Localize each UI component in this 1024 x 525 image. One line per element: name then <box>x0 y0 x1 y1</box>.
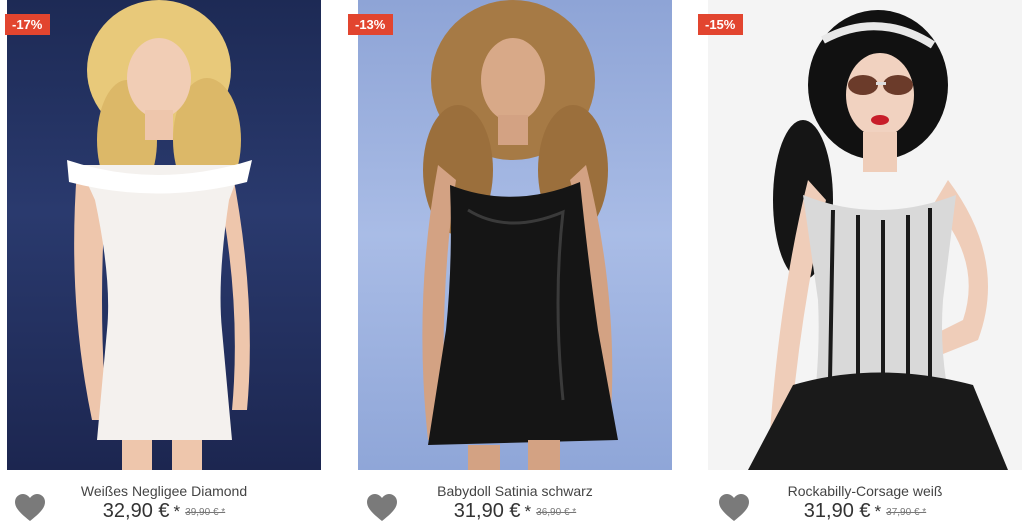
product-price: 31,90 € <box>803 500 871 522</box>
price-footnote-marker: * <box>173 502 181 521</box>
product-card[interactable]: -13% Babydoll Satinia schwarz 31,90 € * 36… <box>348 0 672 525</box>
product-image[interactable] <box>358 0 672 470</box>
product-card[interactable]: -17% Weißes Negligee Diamond 32,90 € * 39,… <box>5 0 321 525</box>
discount-badge: -15% <box>698 14 744 35</box>
product-card[interactable]: -15% Rockabilly-Corsage weiß 31,90 € * 37,… <box>698 0 1022 525</box>
product-price: 31,90 € <box>453 500 521 522</box>
product-image[interactable] <box>708 0 1022 470</box>
price-footnote-marker: * <box>524 502 532 521</box>
old-price: 37,90 € * <box>886 507 927 518</box>
discount-badge: -17% <box>5 14 51 35</box>
product-price: 32,90 € <box>102 500 170 522</box>
discount-badge: -13% <box>348 14 394 35</box>
old-price: 36,90 € * <box>536 507 577 518</box>
product-name[interactable]: Babydoll Satinia schwarz <box>358 483 672 499</box>
price-row: 32,90 € * 39,90 € * <box>7 500 321 523</box>
product-name[interactable]: Rockabilly-Corsage weiß <box>708 483 1022 499</box>
old-price: 39,90 € * <box>185 507 226 518</box>
price-row: 31,90 € * 37,90 € * <box>708 500 1022 523</box>
product-image[interactable] <box>7 0 321 470</box>
product-name[interactable]: Weißes Negligee Diamond <box>7 483 321 499</box>
price-footnote-marker: * <box>874 502 882 521</box>
price-row: 31,90 € * 36,90 € * <box>358 500 672 523</box>
